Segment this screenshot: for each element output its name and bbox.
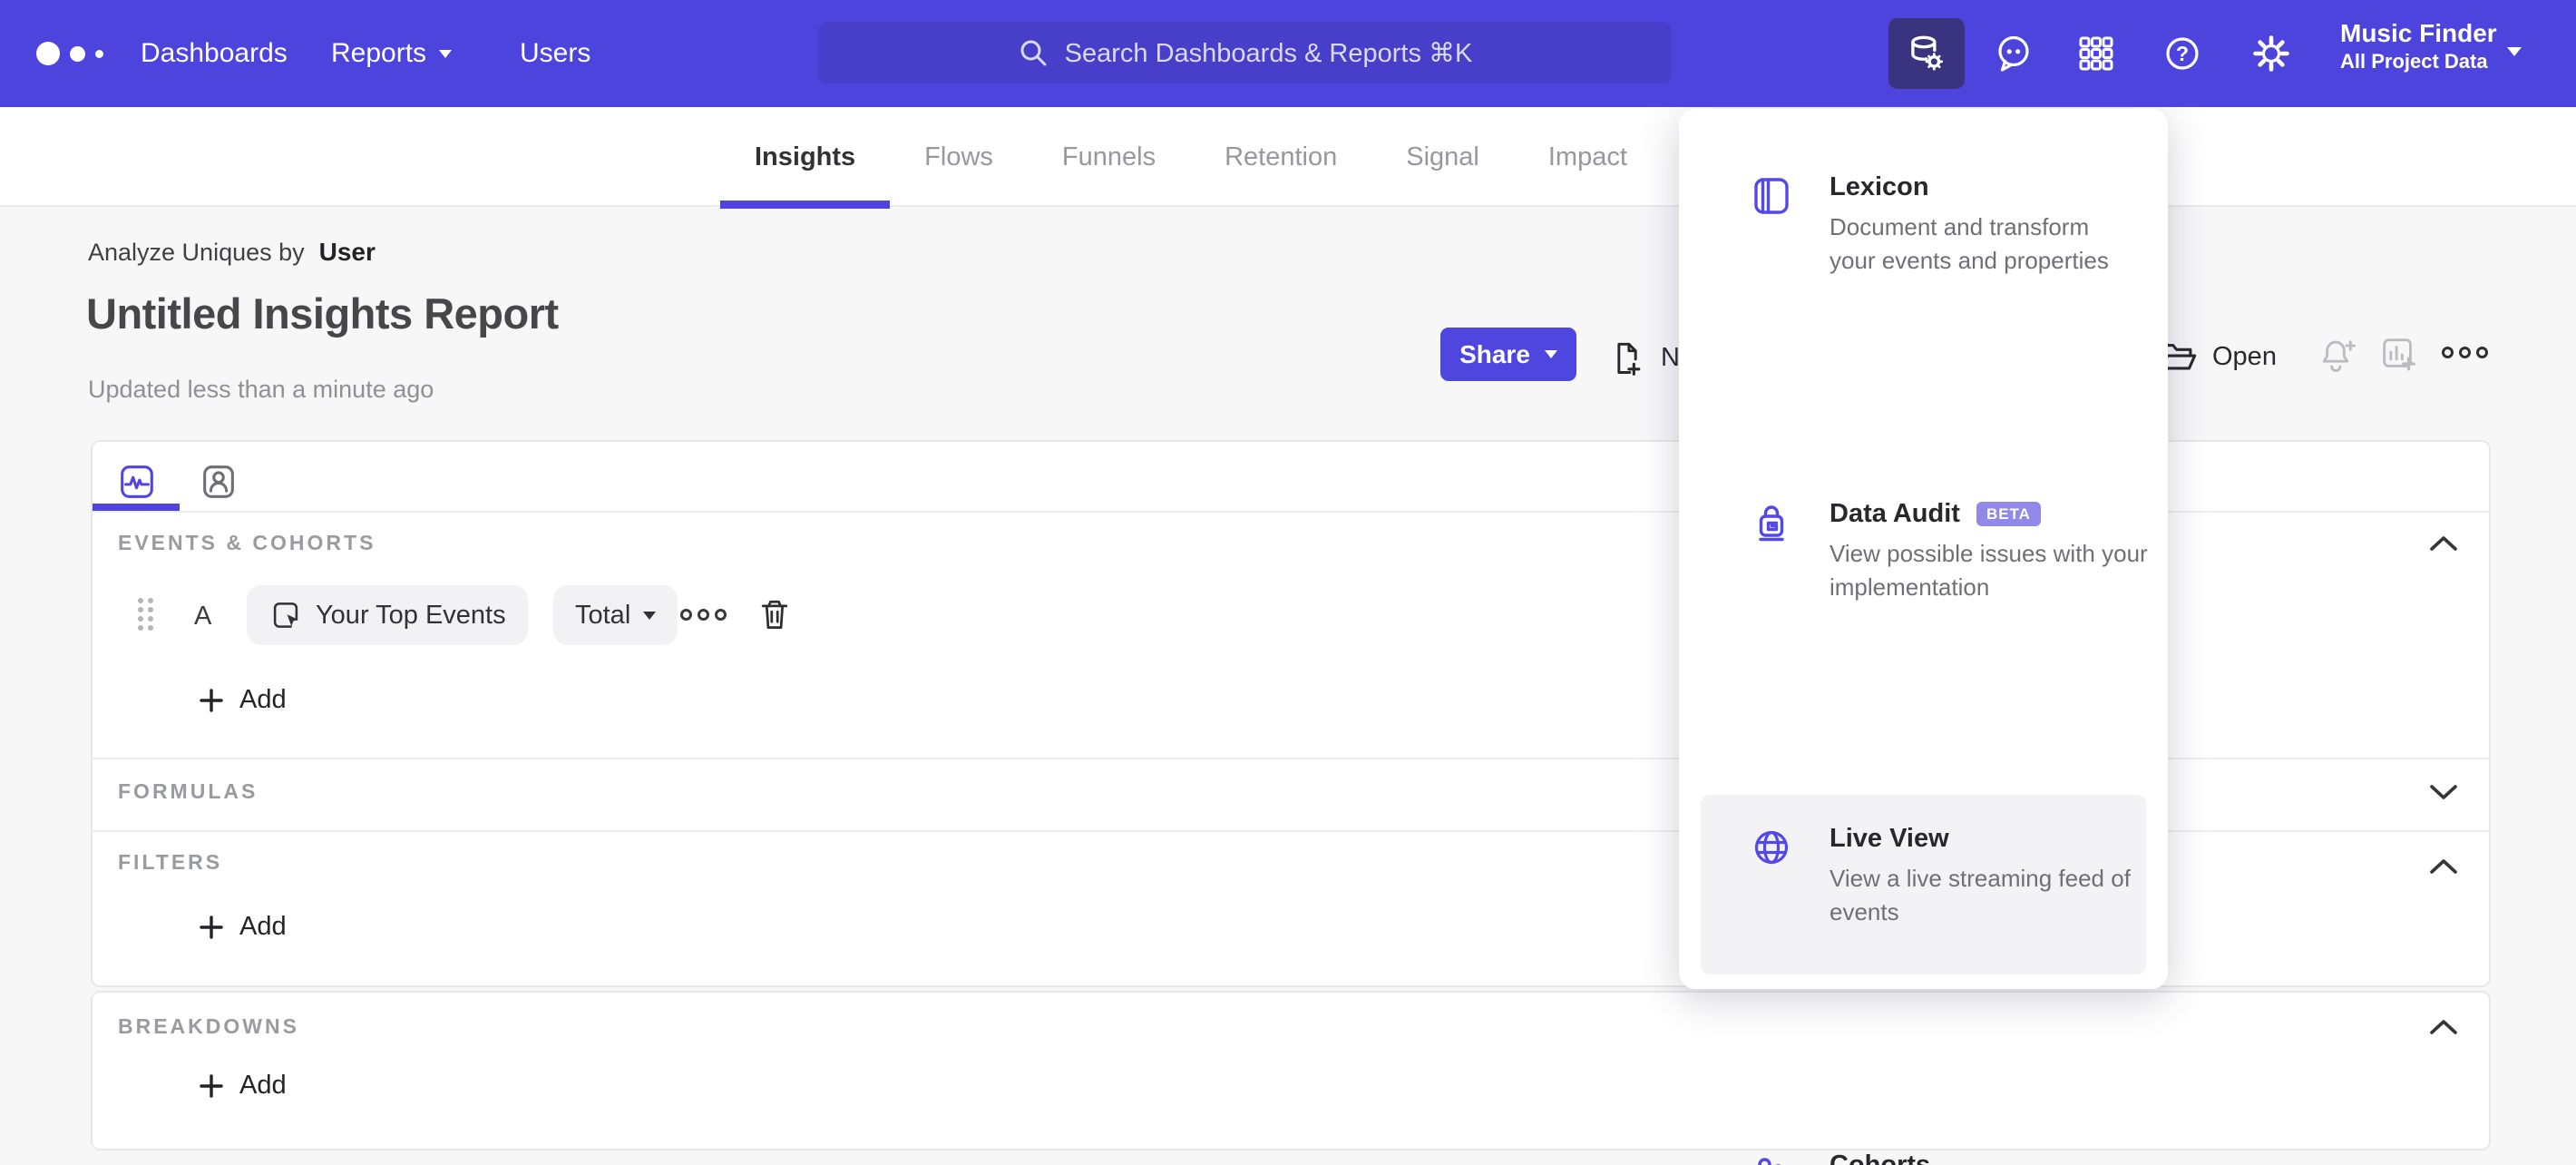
open-report-button[interactable]: Open [2157,336,2277,377]
add-breakdown-button[interactable]: Add [198,1071,287,1101]
nav-dashboards[interactable]: Dashboards [141,0,288,107]
add-event-button[interactable]: Add [198,685,287,715]
new-document-icon [1617,342,1641,376]
menu-item-data-audit[interactable]: Data Audit BETA View possible issues wit… [1679,272,2168,601]
chevron-down-icon [643,611,657,620]
chevron-down-icon [439,49,453,58]
help-icon[interactable]: ? [2161,32,2204,75]
metrics-view-tab[interactable] [116,461,158,503]
collapse-filters-chevron-up-icon[interactable] [2429,857,2458,876]
svg-text:?: ? [2176,42,2189,65]
add-filter-button[interactable]: Add [198,912,287,942]
series-letter: A [194,602,212,631]
feedback-chat-icon[interactable] [1992,32,2035,75]
cohorts-people-icon [1758,1158,1781,1165]
chevron-down-icon [1544,350,1557,358]
chevron-down-icon [2507,47,2522,56]
tab-funnels[interactable]: Funnels [1028,107,1190,207]
analyze-by-line: Analyze Uniques by User [88,238,376,267]
data-management-button[interactable] [1888,18,1965,89]
tab-retention[interactable]: Retention [1190,107,1371,207]
menu-item-live-view[interactable]: Live View View a live streaming feed of … [1679,436,2168,925]
search-placeholder: Search Dashboards & Reports ⌘K [1064,38,1473,68]
settings-gear-icon[interactable] [2249,32,2293,75]
menu-item-lexicon[interactable]: Lexicon Document and transform your even… [1679,109,2168,274]
breakdowns-card: BREAKDOWNS Add [91,991,2491,1150]
project-name: Music Finder [2340,19,2497,47]
profiles-view-tab[interactable] [198,461,239,503]
collapse-breakdowns-chevron-up-icon[interactable] [2429,1018,2458,1036]
data-management-menu: Lexicon Document and transform your even… [1679,109,2168,1165]
app-window: Dashboards Reports Users Search Dashboar… [0,0,2576,1165]
collapse-events-chevron-up-icon[interactable] [2429,534,2458,553]
top-navigation-bar: Dashboards Reports Users Search Dashboar… [0,0,2576,107]
project-selector[interactable]: Music Finder All Project Data [2340,18,2497,74]
more-options-button[interactable] [2442,347,2488,358]
tab-insights[interactable]: Insights [720,107,891,209]
section-label-breakdowns: BREAKDOWNS [118,1014,299,1038]
alert-bell-add-icon[interactable] [2315,334,2356,376]
report-tabbar: Insights Flows Funnels Retention Signal … [0,107,2576,209]
event-click-icon [273,602,298,628]
nav-reports[interactable]: Reports [331,0,453,107]
menu-item-cohorts[interactable]: Cohorts Manage your saved cohorts [1679,599,2168,1165]
expand-formulas-chevron-down-icon[interactable] [2429,783,2458,801]
plus-icon [200,915,223,939]
lexicon-book-icon [1754,178,1789,214]
delete-event-trash-icon[interactable] [755,594,795,634]
analyze-value-user[interactable]: User [319,238,376,267]
menu-item-integrations[interactable]: Integrations Connect Mixpanel to a data … [1679,795,2168,974]
search-input[interactable]: Search Dashboards & Reports ⌘K [818,22,1672,83]
plus-icon [200,1073,223,1098]
tab-signal[interactable]: Signal [1371,107,1514,207]
analyze-label: Analyze Uniques by [88,239,305,266]
mixpanel-logo-icon[interactable] [36,0,103,107]
add-chart-icon[interactable] [2378,334,2420,376]
updated-timestamp: Updated less than a minute ago [88,376,434,403]
apps-grid-icon[interactable] [2074,32,2118,75]
project-scope: All Project Data [2340,50,2488,73]
tab-flows[interactable]: Flows [890,107,1028,207]
active-tab-underline [93,504,180,511]
section-label-filters: FILTERS [118,850,223,874]
event-selector-button[interactable]: Your Top Events [247,585,528,645]
share-button[interactable]: Share [1440,328,1576,381]
metric-selector-button[interactable]: Total [553,585,678,645]
tab-impact[interactable]: Impact [1514,107,1662,207]
section-label-formulas: FORMULAS [118,779,259,803]
page-title[interactable]: Untitled Insights Report [86,289,559,338]
nav-users[interactable]: Users [520,0,590,107]
plus-icon [200,688,223,712]
section-label-events: EVENTS & COHORTS [118,531,376,554]
search-icon [1020,40,1047,66]
event-more-options-button[interactable] [680,609,727,621]
report-tabs: Insights Flows Funnels Retention Signal … [720,107,1662,209]
database-gear-icon [1911,35,1944,71]
drag-handle[interactable] [138,598,153,631]
